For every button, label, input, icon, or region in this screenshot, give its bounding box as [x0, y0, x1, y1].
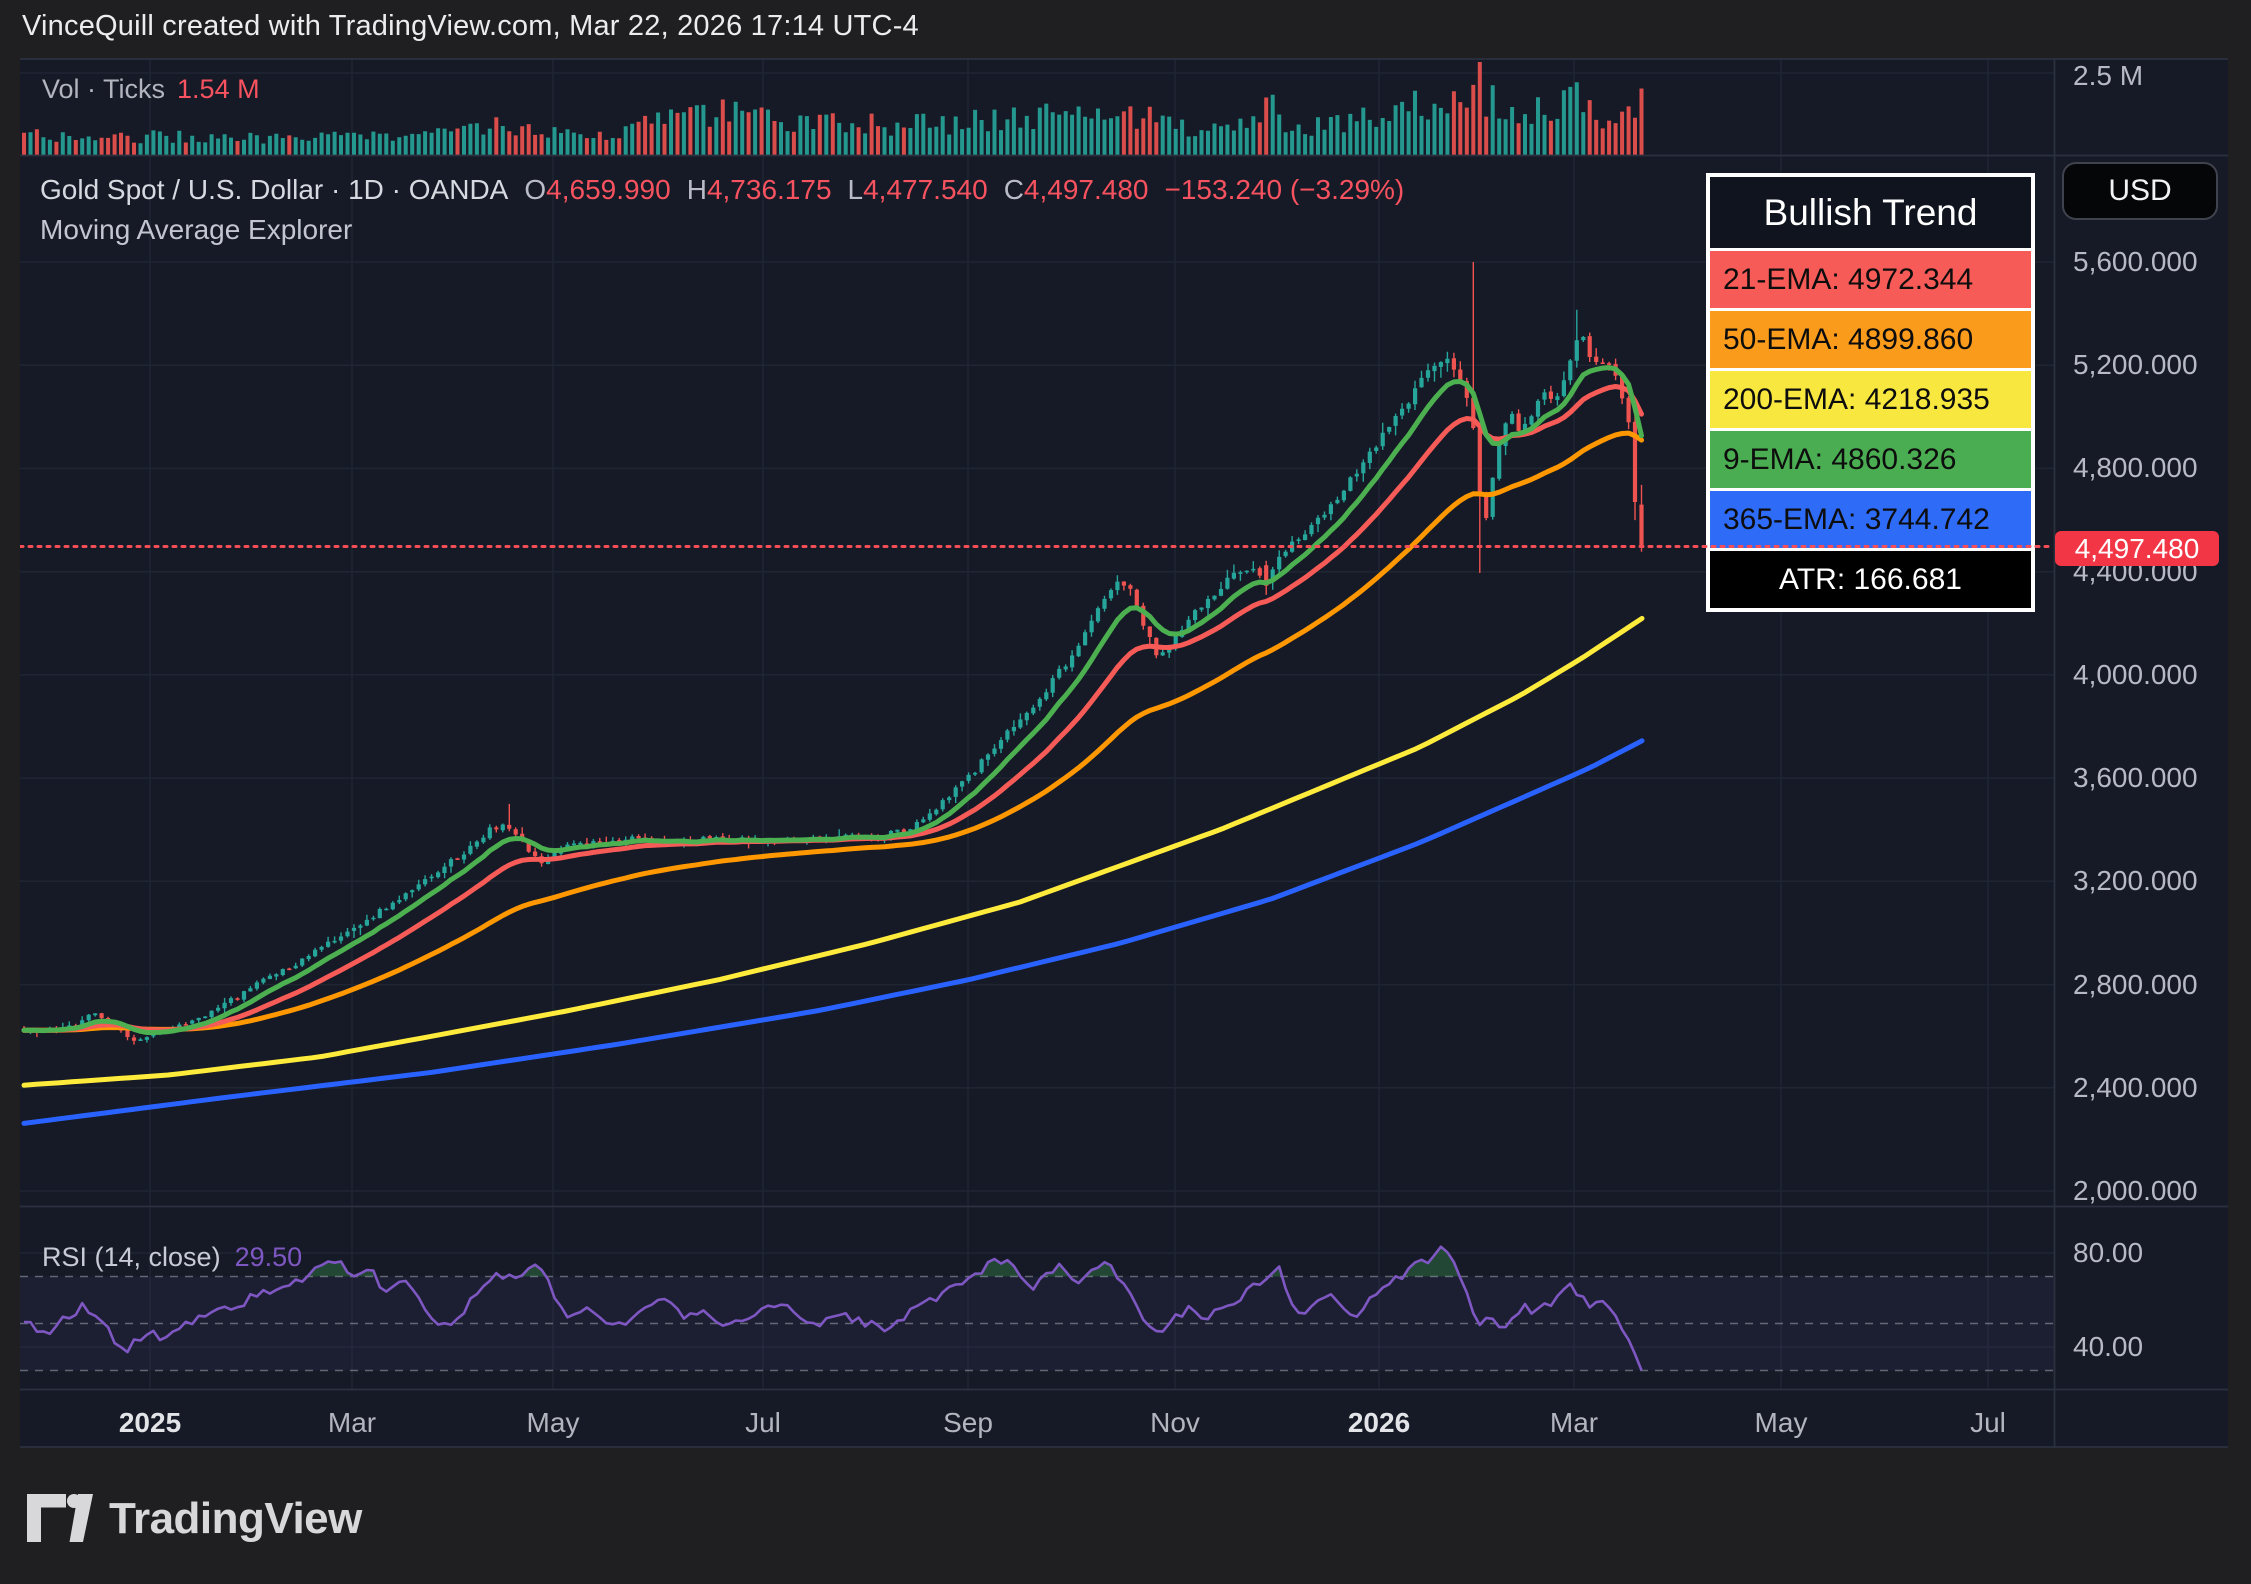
page: VinceQuill created with TradingView.com,…: [0, 0, 2251, 1584]
ohlc-key: L: [848, 174, 864, 205]
legend-row: ATR: 166.681: [1710, 551, 2031, 608]
time-axis-label: May: [1755, 1407, 1808, 1439]
legend-row: 9-EMA: 4860.326: [1710, 431, 2031, 488]
price-axis-label: 5,200.000: [2073, 349, 2198, 381]
price-axis-label: 2,400.000: [2073, 1072, 2198, 1104]
rsi-axis-label: 40.00: [2073, 1331, 2143, 1363]
rsi-overbought-fill: [307, 1247, 1459, 1277]
legend-row: 50-EMA: 4899.860: [1710, 311, 2031, 368]
trend-legend: Bullish Trend 21-EMA: 4972.34450-EMA: 48…: [1706, 173, 2035, 612]
attribution-header: VinceQuill created with TradingView.com,…: [22, 10, 919, 43]
tradingview-logo[interactable]: TradingView: [27, 1494, 362, 1544]
indicator-name: Moving Average Explorer: [40, 214, 352, 246]
ema-21-line: [24, 387, 1642, 1031]
ohlc-value: 4,477.540: [863, 174, 988, 205]
ema-50-line: [24, 433, 1642, 1030]
rsi-value: 29.50: [235, 1242, 303, 1272]
volume-bars-up: [29, 82, 1586, 155]
time-axis-label: May: [527, 1407, 580, 1439]
time-axis-label: Nov: [1150, 1407, 1200, 1439]
trend-legend-title: Bullish Trend: [1710, 177, 2031, 248]
time-axis-label: Jul: [1970, 1407, 2006, 1439]
time-axis-label: Mar: [328, 1407, 376, 1439]
price-axis-label: 4,800.000: [2073, 452, 2198, 484]
rsi-label: RSI (14, close): [42, 1242, 221, 1272]
time-axis-label: Sep: [943, 1407, 993, 1439]
ohlc-key: H: [687, 174, 707, 205]
legend-row: 200-EMA: 4218.935: [1710, 371, 2031, 428]
rsi-axis-label: 80.00: [2073, 1237, 2143, 1269]
price-axis-label: 4,000.000: [2073, 659, 2198, 691]
candle-bodies-up: [28, 337, 1585, 1041]
symbol-line: Gold Spot / U.S. Dollar · 1D · OANDAO4,6…: [40, 174, 1404, 206]
legend-row: 365-EMA: 3744.742: [1710, 491, 2031, 548]
candle-wicks-up: [31, 310, 1584, 1043]
ema-365-line: [24, 741, 1642, 1124]
time-axis-label: 2026: [1348, 1407, 1410, 1439]
volume-label: Vol · Ticks: [42, 74, 165, 104]
rsi-indicator-label: RSI (14, close) 29.50: [42, 1242, 302, 1273]
ema-9-line: [24, 368, 1642, 1033]
change-value: −153.240 (−3.29%): [1165, 174, 1405, 205]
price-axis-label: 2,000.000: [2073, 1175, 2198, 1207]
symbol-title: Gold Spot / U.S. Dollar · 1D · OANDA: [40, 174, 508, 205]
volume-value: 1.54 M: [177, 74, 260, 104]
ohlc-values: O4,659.990 H4,736.175 L4,477.540 C4,497.480: [508, 174, 1148, 205]
volume-scale-label: 2.5 M: [2073, 60, 2143, 92]
price-axis-label: 3,200.000: [2073, 865, 2198, 897]
time-axis-label: Mar: [1550, 1407, 1598, 1439]
ohlc-key: O: [524, 174, 546, 205]
last-price-badge: 4,497.480: [2055, 531, 2219, 566]
chart-widget: Vol · Ticks 1.54 M Gold Spot / U.S. Dolla…: [20, 58, 2228, 1448]
tradingview-logo-text: TradingView: [109, 1494, 362, 1544]
volume-indicator-label: Vol · Ticks 1.54 M: [42, 74, 260, 105]
time-axis-label: Jul: [745, 1407, 781, 1439]
price-axis-label: 5,600.000: [2073, 246, 2198, 278]
ohlc-value: 4,497.480: [1024, 174, 1149, 205]
tradingview-logo-icon: [27, 1494, 93, 1544]
candle-wicks-down: [24, 262, 1642, 1045]
price-axis-label: 3,600.000: [2073, 762, 2198, 794]
ohlc-value: 4,659.990: [546, 174, 671, 205]
ohlc-key: C: [1004, 174, 1024, 205]
legend-row: 21-EMA: 4972.344: [1710, 251, 2031, 308]
currency-button[interactable]: USD: [2062, 162, 2218, 220]
price-axis-label: 2,800.000: [2073, 969, 2198, 1001]
time-axis-label: 2025: [119, 1407, 181, 1439]
ohlc-value: 4,736.175: [707, 174, 832, 205]
